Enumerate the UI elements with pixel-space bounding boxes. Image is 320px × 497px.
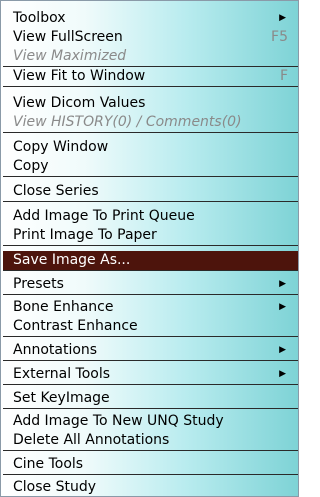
menu-item-presets[interactable]: Presets ▶: [3, 275, 298, 294]
menu-item-label: Bone Enhance: [13, 299, 114, 315]
menu-item-copy[interactable]: Copy: [3, 157, 298, 176]
menu-item-delete-all-annotations[interactable]: Delete All Annotations: [3, 431, 298, 450]
submenu-arrow-icon: ▶: [279, 345, 286, 355]
menu-item-label: Contrast Enhance: [13, 318, 138, 334]
submenu-arrow-icon: ▶: [279, 369, 286, 379]
menu-item-label: View Fit to Window: [13, 68, 146, 84]
menu-item-label: Copy: [13, 158, 49, 174]
menu-item-bone-enhance[interactable]: Bone Enhance ▶: [3, 298, 298, 317]
menu-group: Close Study: [3, 478, 298, 497]
menu-group: Bone Enhance ▶ Contrast Enhance: [3, 298, 298, 337]
menu-group: Annotations ▶: [3, 341, 298, 361]
submenu-arrow-icon: ▶: [279, 302, 286, 312]
menu-item-label: Annotations: [13, 342, 98, 358]
menu-item-shortcut: F5: [271, 29, 288, 45]
menu-group: View Dicom Values View HISTORY(0) / Comm…: [3, 94, 298, 133]
menu-item-view-history-comments: View HISTORY(0) / Comments(0): [3, 113, 298, 132]
menu-item-label: Set KeyImage: [13, 390, 110, 406]
menu-group: External Tools ▶: [3, 365, 298, 385]
menu-item-label: View Maximized: [13, 48, 127, 64]
menu-item-view-fullscreen[interactable]: View FullScreen F5: [3, 28, 298, 47]
menu-item-label: View Dicom Values: [13, 95, 146, 111]
menu-item-label: Print Image To Paper: [13, 227, 157, 243]
menu-item-toolbox[interactable]: Toolbox ▶: [3, 9, 298, 28]
menu-item-close-study[interactable]: Close Study: [3, 478, 298, 497]
menu-item-label: Delete All Annotations: [13, 432, 170, 448]
menu-item-label: View FullScreen: [13, 29, 123, 45]
menu-item-label: Close Study: [13, 479, 97, 495]
menu-item-view-maximized: View Maximized: [3, 47, 298, 66]
menu-item-label: Close Series: [13, 183, 99, 199]
menu-item-set-keyimage[interactable]: Set KeyImage: [3, 389, 298, 408]
menu-item-label: Cine Tools: [13, 456, 84, 472]
menu-item-label: Add Image To Print Queue: [13, 208, 195, 224]
menu-item-contrast-enhance[interactable]: Contrast Enhance: [3, 317, 298, 336]
menu-group: View Fit to Window F: [3, 67, 298, 87]
menu-item-view-fit-to-window[interactable]: View Fit to Window F: [3, 67, 298, 86]
menu-item-copy-window[interactable]: Copy Window: [3, 138, 298, 157]
menu-item-annotations[interactable]: Annotations ▶: [3, 341, 298, 360]
menu-item-cine-tools[interactable]: Cine Tools: [3, 455, 298, 474]
menu-item-external-tools[interactable]: External Tools ▶: [3, 365, 298, 384]
menu-group: Presets ▶: [3, 275, 298, 295]
menu-item-label: Copy Window: [13, 139, 109, 155]
menu-group: Cine Tools: [3, 455, 298, 475]
menu-group: Add Image To Print Queue Print Image To …: [3, 207, 298, 246]
menu-item-shortcut: F: [279, 68, 288, 84]
menu-group: Close Series: [3, 182, 298, 202]
menu-item-label: Add Image To New UNQ Study: [13, 413, 224, 429]
menu-group: Add Image To New UNQ Study Delete All An…: [3, 412, 298, 451]
menu-group: Toolbox ▶ View FullScreen F5 View Maximize…: [3, 9, 298, 67]
menu-group: Save Image As...: [3, 251, 298, 271]
menu-group: Set KeyImage: [3, 389, 298, 409]
menu-item-label: View HISTORY(0) / Comments(0): [13, 114, 242, 130]
menu-item-save-image-as[interactable]: Save Image As...: [3, 251, 298, 270]
menu-item-close-series[interactable]: Close Series: [3, 182, 298, 201]
menu-item-label: External Tools: [13, 366, 111, 382]
menu-item-print-image-to-paper[interactable]: Print Image To Paper: [3, 226, 298, 245]
submenu-arrow-icon: ▶: [279, 13, 286, 23]
menu-item-label: Presets: [13, 276, 64, 292]
menu-item-view-dicom-values[interactable]: View Dicom Values: [3, 94, 298, 113]
menu-item-add-image-to-print-queue[interactable]: Add Image To Print Queue: [3, 207, 298, 226]
submenu-arrow-icon: ▶: [279, 279, 286, 289]
menu-item-label: Save Image As...: [13, 252, 131, 268]
menu-item-label: Toolbox: [13, 10, 66, 26]
menu-group: Copy Window Copy: [3, 138, 298, 177]
context-menu: Toolbox ▶ View FullScreen F5 View Maximize…: [0, 0, 299, 497]
menu-item-add-image-to-new-unq-study[interactable]: Add Image To New UNQ Study: [3, 412, 298, 431]
